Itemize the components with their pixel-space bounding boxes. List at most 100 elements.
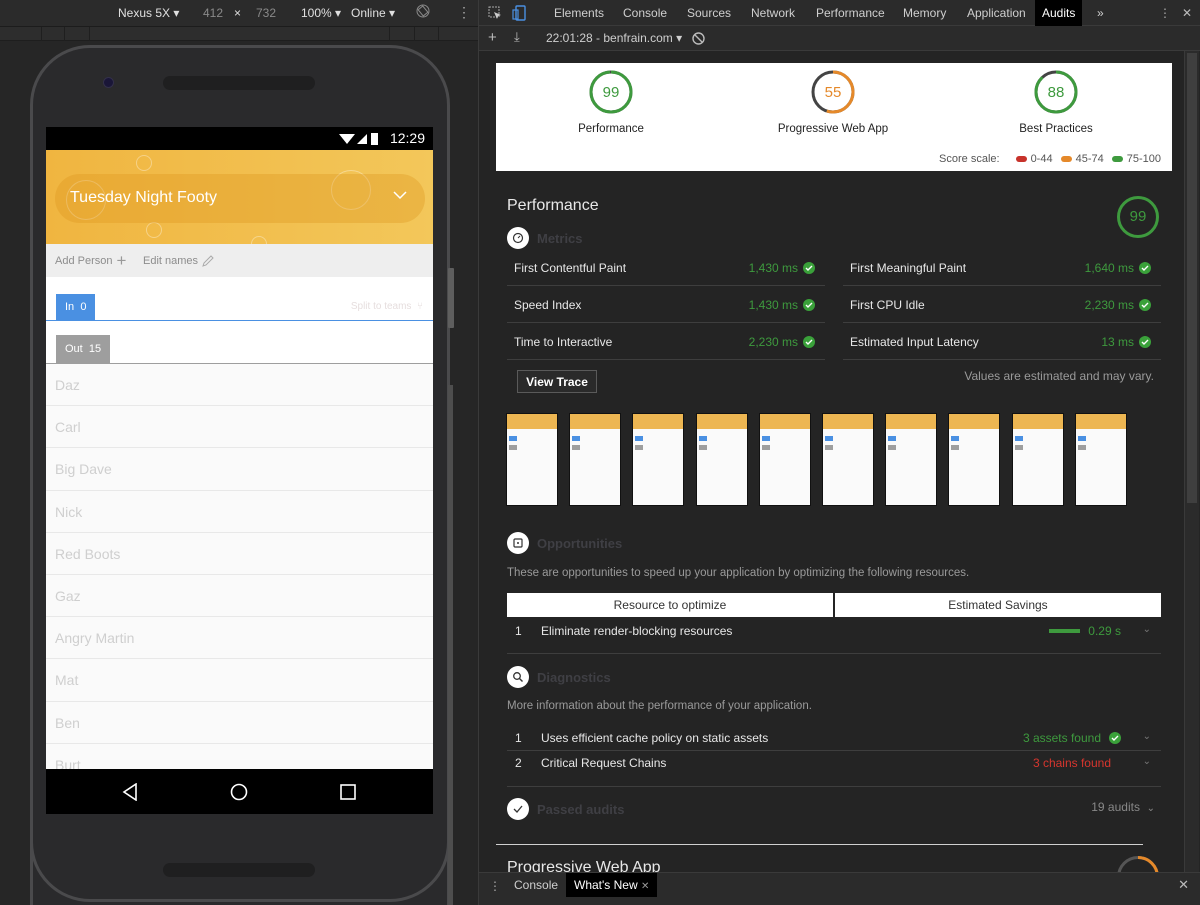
tab-network[interactable]: Network bbox=[744, 0, 802, 26]
gauge-label: Performance bbox=[578, 123, 644, 135]
score-scale: Score scale: 0-44 45-74 75-100 bbox=[939, 153, 1161, 165]
out-tab[interactable]: Out 15 bbox=[56, 335, 111, 364]
opportunities-description: These are opportunities to speed up your… bbox=[507, 567, 970, 579]
tab-audits[interactable]: Audits bbox=[1035, 0, 1083, 26]
gauge-performance[interactable]: 99 Performance bbox=[521, 69, 701, 135]
check-icon bbox=[1139, 336, 1151, 348]
view-trace-button[interactable]: View Trace bbox=[517, 370, 597, 393]
device-toolbar: Nexus 5X ▾ 412 × 732 100% ▾ Online ▾ ⋮ bbox=[0, 0, 478, 27]
height-input[interactable]: 732 bbox=[256, 6, 276, 20]
column-header: Resource to optimize bbox=[507, 593, 833, 617]
report-select[interactable]: 22:01:28 - benfrain.com ▾ bbox=[546, 31, 682, 45]
chevron-down-icon: ⌄ bbox=[1142, 756, 1151, 767]
inspect-element-icon[interactable] bbox=[488, 6, 502, 20]
metric-row: Speed Index 1,430 ms bbox=[507, 286, 825, 323]
add-person-button[interactable]: Add Person + bbox=[55, 252, 126, 269]
more-options-icon[interactable]: ⋮ bbox=[457, 4, 471, 21]
diagnostic-row[interactable]: 2 Critical Request Chains 3 chains found… bbox=[507, 751, 1161, 787]
scale-orange-dot bbox=[1060, 156, 1072, 163]
download-icon[interactable]: ⤓ bbox=[514, 29, 520, 45]
check-icon bbox=[803, 262, 815, 274]
new-audit-icon[interactable]: + bbox=[488, 29, 497, 46]
drawer-menu-icon[interactable]: ⋮ bbox=[489, 879, 501, 893]
score-summary: 99 Performance 55 Progressive Web App 88… bbox=[496, 63, 1172, 171]
devtools-tabbar: Elements Console Sources Network Perform… bbox=[479, 0, 1200, 26]
status-bar: 12:29 bbox=[46, 127, 433, 150]
scrollbar-thumb[interactable] bbox=[1187, 53, 1197, 503]
metrics-group-header: Metrics bbox=[507, 227, 583, 249]
filmstrip-frame bbox=[1011, 413, 1064, 506]
estimated-note: Values are estimated and may vary. bbox=[964, 369, 1154, 383]
list-item[interactable]: Carl bbox=[46, 406, 433, 449]
speaker-top bbox=[163, 76, 315, 90]
in-tab[interactable]: In 0 bbox=[56, 294, 96, 321]
more-tabs-button[interactable]: » bbox=[1090, 0, 1111, 26]
metric-row: Estimated Input Latency 13 ms bbox=[843, 323, 1161, 360]
list-item[interactable]: Big Dave bbox=[46, 448, 433, 491]
gauge-best-practices[interactable]: 88 Best Practices bbox=[966, 69, 1146, 135]
filmstrip-frame bbox=[948, 413, 1001, 506]
drawer-tab-whats-new[interactable]: What's New ✕ bbox=[566, 873, 658, 897]
drawer-tab-console[interactable]: Console bbox=[506, 873, 566, 899]
in-section: In 0 Split to teams ⑂ bbox=[46, 277, 433, 321]
list-item[interactable]: Red Boots bbox=[46, 532, 433, 575]
device-toggle-icon[interactable] bbox=[512, 5, 526, 21]
edit-names-button[interactable]: Edit names bbox=[143, 255, 214, 267]
gauge-pwa[interactable]: 55 Progressive Web App bbox=[743, 69, 923, 135]
camera-icon bbox=[103, 77, 114, 88]
audits-toolbar: + ⤓ 22:01:28 - benfrain.com ▾ bbox=[479, 26, 1200, 51]
list-item[interactable]: Mat bbox=[46, 659, 433, 702]
device-select[interactable]: Nexus 5X ▾ bbox=[118, 6, 179, 20]
passed-audits-header[interactable]: Passed audits bbox=[507, 798, 624, 820]
metric-row: First Meaningful Paint 1,640 ms bbox=[843, 249, 1161, 286]
tab-performance[interactable]: Performance bbox=[809, 0, 892, 26]
resize-track[interactable] bbox=[448, 385, 453, 905]
tab-application[interactable]: Application bbox=[960, 0, 1033, 26]
report-scrollbar[interactable] bbox=[1184, 51, 1199, 905]
network-select[interactable]: Online ▾ bbox=[351, 6, 395, 20]
check-icon bbox=[803, 299, 815, 311]
home-icon[interactable] bbox=[230, 783, 248, 801]
gauge-label: Progressive Web App bbox=[777, 123, 889, 135]
savings-bar bbox=[1049, 629, 1081, 633]
media-query-ruler[interactable] bbox=[0, 27, 478, 41]
list-item[interactable]: Ben bbox=[46, 701, 433, 744]
app-header: Tuesday Night Footy bbox=[46, 150, 433, 244]
opportunity-row[interactable]: 1 Eliminate render-blocking resources 0.… bbox=[507, 619, 1161, 654]
width-input[interactable]: 412 bbox=[203, 6, 223, 20]
close-devtools-icon[interactable]: ✕ bbox=[1175, 0, 1199, 26]
recents-icon[interactable] bbox=[340, 784, 356, 800]
diagnostics-description: More information about the performance o… bbox=[507, 700, 812, 712]
resize-handle[interactable] bbox=[448, 268, 454, 328]
tab-memory[interactable]: Memory bbox=[896, 0, 953, 26]
device-emulator-pane: Nexus 5X ▾ 412 × 732 100% ▾ Online ▾ ⋮ 1… bbox=[0, 0, 478, 905]
filmstrip-frame bbox=[569, 413, 622, 506]
back-icon[interactable] bbox=[122, 783, 138, 801]
split-to-teams-button[interactable]: Split to teams ⑂ bbox=[351, 301, 423, 312]
list-item[interactable]: Nick bbox=[46, 490, 433, 533]
list-item[interactable]: Daz bbox=[46, 364, 433, 407]
filmstrip bbox=[496, 408, 1172, 508]
tab-console[interactable]: Console bbox=[616, 0, 674, 26]
list-item[interactable]: Gaz bbox=[46, 574, 433, 618]
list-item[interactable]: Angry Martin bbox=[46, 617, 433, 660]
gauge-label: Best Practices bbox=[1019, 123, 1093, 135]
rotate-icon[interactable] bbox=[416, 4, 430, 21]
passed-audits-count: 19 audits ⌄ bbox=[1091, 800, 1155, 814]
diagnostic-row[interactable]: 1 Uses efficient cache policy on static … bbox=[507, 726, 1161, 751]
close-drawer-icon[interactable]: ✕ bbox=[1178, 877, 1189, 893]
out-section: Out 15 bbox=[46, 321, 433, 364]
group-select[interactable]: Tuesday Night Footy bbox=[55, 174, 425, 223]
close-tab-icon: ✕ bbox=[640, 881, 650, 892]
devtools-pane: Elements Console Sources Network Perform… bbox=[478, 0, 1200, 905]
zoom-select[interactable]: 100% ▾ bbox=[301, 6, 341, 20]
chevron-down-icon bbox=[393, 191, 407, 200]
tab-sources[interactable]: Sources bbox=[680, 0, 738, 26]
performance-title: Performance bbox=[507, 197, 599, 214]
clear-icon[interactable] bbox=[692, 32, 705, 45]
tab-elements[interactable]: Elements bbox=[547, 0, 611, 26]
filmstrip-frame bbox=[506, 413, 558, 506]
speaker-bottom bbox=[163, 863, 315, 877]
status-time: 12:29 bbox=[389, 130, 425, 146]
metric-row: First Contentful Paint 1,430 ms bbox=[507, 249, 825, 286]
